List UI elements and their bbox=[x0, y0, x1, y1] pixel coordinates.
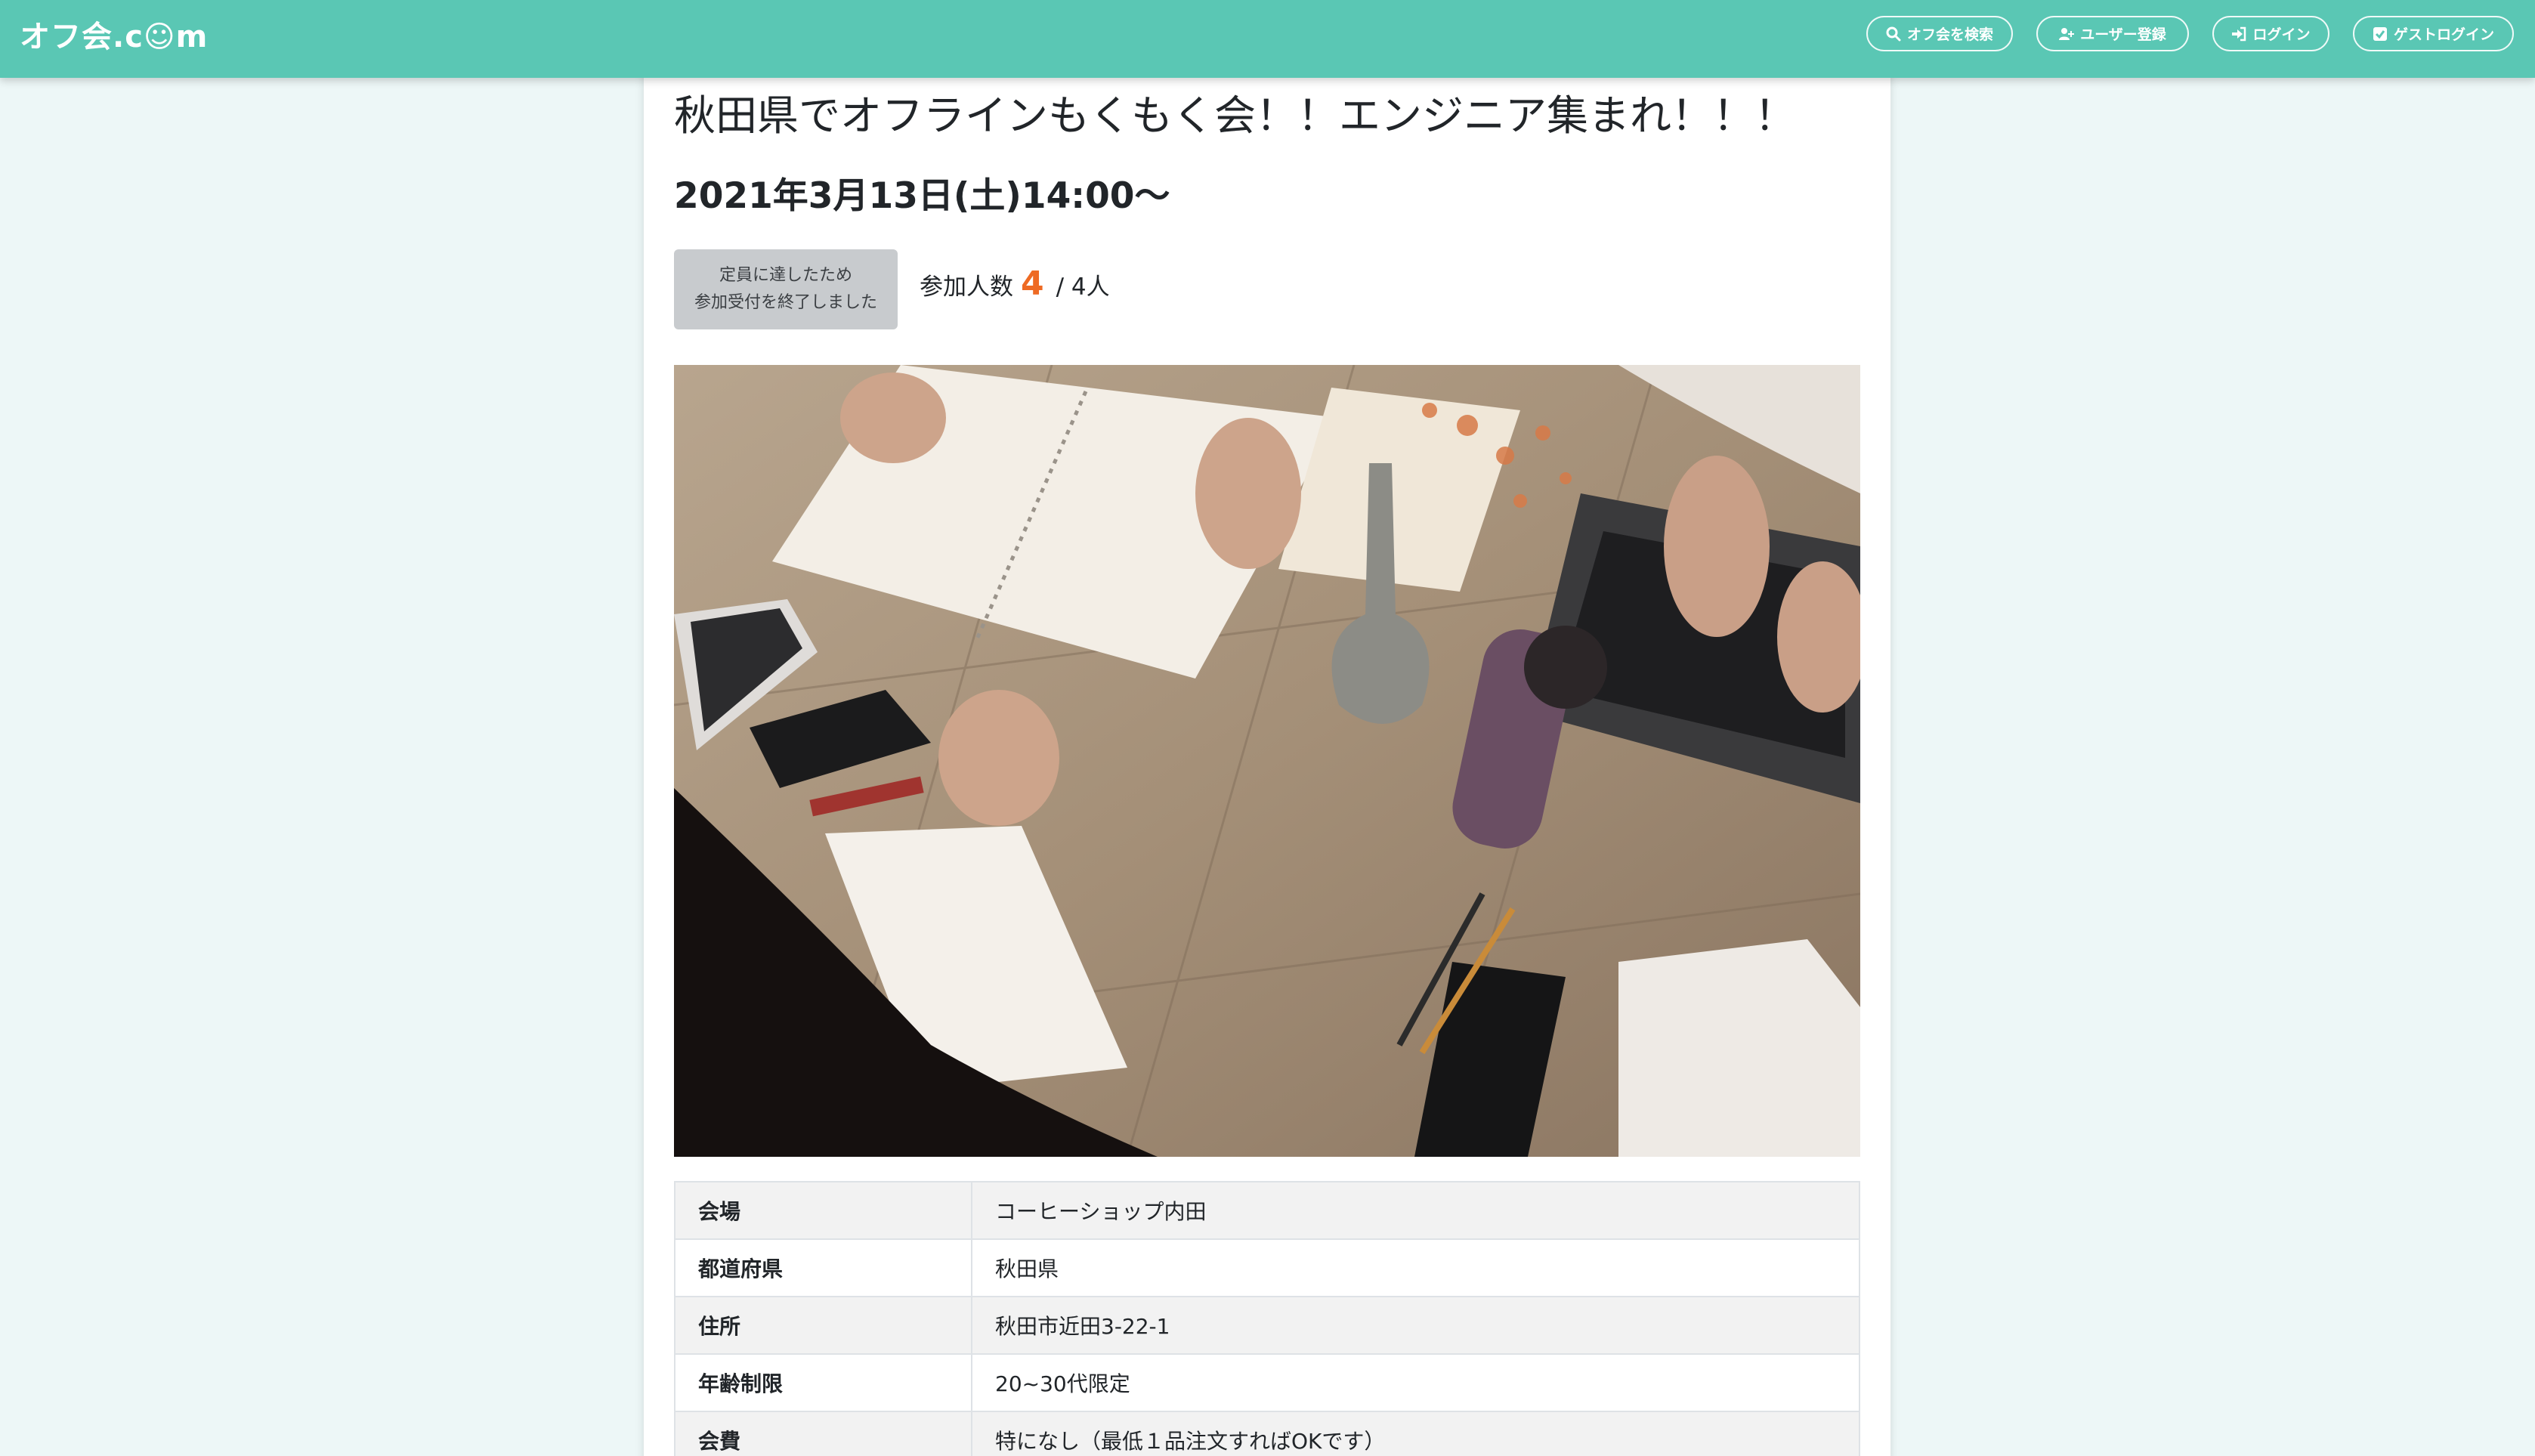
event-photo bbox=[674, 365, 1860, 1157]
guest-login-label: ゲストログイン bbox=[2393, 26, 2494, 43]
table-row: 会費 特になし（最低１品注文すればOKです） bbox=[674, 1411, 1860, 1456]
event-detail-card: 秋田県でオフラインもくもく会！！エンジニア集まれ！！！ 2021年3月13日(土… bbox=[644, 45, 1890, 1456]
address-label: 住所 bbox=[674, 1296, 972, 1355]
prefecture-label: 都道府県 bbox=[674, 1238, 972, 1297]
sign-in-icon bbox=[2231, 26, 2246, 42]
event-datetime: 2021年3月13日(土)14:00〜 bbox=[674, 175, 1170, 217]
prefecture-value: 秋田県 bbox=[971, 1238, 1860, 1297]
search-offkai-label: オフ会を検索 bbox=[1906, 26, 1993, 43]
event-info-table: 会場 コーヒーショップ内田 都道府県 秋田県 住所 秋田市近田3-22-1 年齢… bbox=[674, 1181, 1860, 1456]
venue-label: 会場 bbox=[674, 1181, 972, 1240]
search-offkai-button[interactable]: オフ会を検索 bbox=[1866, 16, 2013, 51]
entry-closed-badge: 定員に達したため 参加受付を終了しました bbox=[674, 249, 898, 329]
user-register-label: ユーザー登録 bbox=[2080, 26, 2166, 43]
table-row: 都道府県 秋田県 bbox=[674, 1238, 1860, 1297]
fee-label: 会費 bbox=[674, 1411, 972, 1456]
login-label: ログイン bbox=[2252, 26, 2311, 43]
participant-capacity: / 4人 bbox=[1056, 274, 1110, 301]
user-register-button[interactable]: ユーザー登録 bbox=[2036, 16, 2189, 51]
event-title: 秋田県でオフラインもくもく会！！エンジニア集まれ！！！ bbox=[674, 91, 1797, 140]
participant-count: 参加人数 4 / 4人 bbox=[920, 264, 1110, 303]
participant-current: 4 bbox=[1021, 264, 1044, 303]
participant-label: 参加人数 bbox=[920, 274, 1013, 301]
address-value: 秋田市近田3-22-1 bbox=[971, 1296, 1860, 1355]
table-row: 住所 秋田市近田3-22-1 bbox=[674, 1296, 1860, 1355]
user-plus-icon bbox=[2059, 26, 2075, 42]
table-row: 会場 コーヒーショップ内田 bbox=[674, 1181, 1860, 1240]
search-icon bbox=[1886, 26, 1901, 42]
entry-closed-line2: 参加受付を終了しました bbox=[694, 293, 877, 312]
top-navbar: オフ会.c☺m オフ会を検索 ユーザー登録 ログイン ゲストログイン bbox=[0, 0, 2535, 78]
fee-value: 特になし（最低１品注文すればOKです） bbox=[971, 1411, 1860, 1456]
age-limit-value: 20~30代限定 bbox=[971, 1353, 1860, 1412]
venue-value: コーヒーショップ内田 bbox=[971, 1181, 1860, 1240]
check-square-icon bbox=[2373, 26, 2388, 42]
table-row: 年齢制限 20~30代限定 bbox=[674, 1353, 1860, 1412]
login-button[interactable]: ログイン bbox=[2212, 16, 2329, 51]
guest-login-button[interactable]: ゲストログイン bbox=[2353, 16, 2514, 51]
age-limit-label: 年齢制限 bbox=[674, 1353, 972, 1412]
site-logo[interactable]: オフ会.c☺m bbox=[20, 12, 208, 56]
entry-closed-line1: 定員に達したため bbox=[719, 266, 852, 285]
